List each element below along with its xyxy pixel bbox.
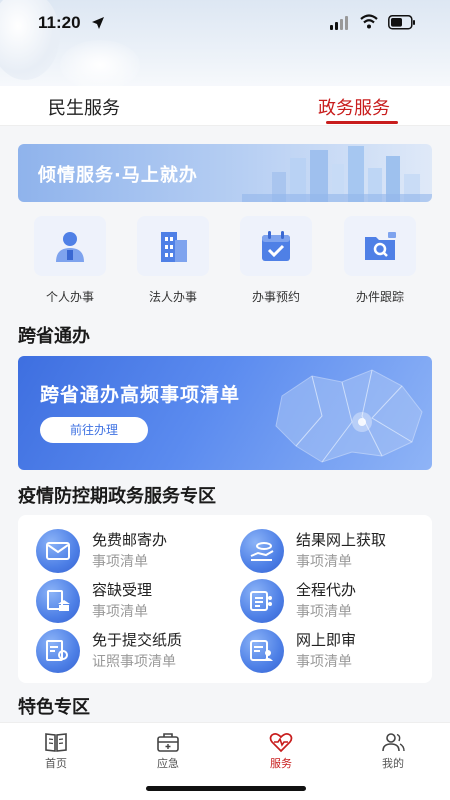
quick-appointment[interactable]: 办事预约: [236, 216, 316, 305]
service-title: 免费邮寄办: [92, 531, 168, 549]
province-map-illustration: [275, 369, 423, 463]
cross-province-banner[interactable]: 跨省通办高频事项清单 前往办理: [18, 356, 432, 470]
service-subtitle: 事项清单: [296, 554, 352, 570]
epidemic-services-card: 免费邮寄办 事项清单 结果网上获取 事项清单 容缺受理 事项清单 全程代办 事项…: [18, 515, 432, 683]
go-handle-button[interactable]: 前往办理: [40, 417, 148, 443]
city-skyline-illustration: [242, 146, 432, 202]
service-title: 网上即审: [296, 631, 357, 649]
cellular-signal-icon: [330, 16, 348, 30]
banner-slogan: 倾情服务·马上就办: [38, 165, 198, 186]
folder-search-icon: [365, 232, 396, 260]
quick-label: 法人办事: [148, 290, 197, 304]
quick-appointment-icon-box: [240, 216, 312, 276]
service-title: 免于提交纸质: [92, 631, 183, 649]
service-paperless[interactable]: 免于提交纸质 证照事项清单: [36, 627, 236, 675]
service-subtitle: 事项清单: [92, 604, 148, 620]
tab-government[interactable]: 政务服务: [318, 94, 390, 120]
document-bank-icon: [36, 579, 80, 623]
status-bar: 11:20: [0, 0, 450, 46]
section-title-special: 特色专区: [18, 697, 90, 718]
nav-home[interactable]: 首页: [26, 731, 86, 771]
nav-label: 服务: [270, 757, 292, 770]
nav-mine[interactable]: 我的: [363, 731, 423, 771]
service-title: 全程代办: [296, 581, 357, 599]
list-card-icon: [240, 579, 284, 623]
users-icon: [382, 733, 405, 752]
review-user-icon: [240, 629, 284, 673]
nav-service[interactable]: 服务: [251, 731, 311, 771]
quick-label: 办事预约: [251, 290, 300, 304]
home-indicator: [146, 786, 306, 791]
service-free-mail[interactable]: 免费邮寄办 事项清单: [36, 527, 236, 575]
service-title: 结果网上获取: [296, 531, 387, 549]
quick-personal[interactable]: 个人办事: [30, 216, 110, 305]
heart-pulse-icon: [269, 733, 293, 753]
quick-tracking[interactable]: 办件跟踪: [340, 216, 420, 305]
hand-coin-icon: [240, 529, 284, 573]
mail-icon: [36, 529, 80, 573]
quick-tracking-icon-box: [344, 216, 416, 276]
building-icon: [161, 232, 187, 262]
service-slogan-banner[interactable]: 倾情服务·马上就办: [18, 144, 432, 202]
nav-label: 我的: [382, 757, 404, 770]
section-title-epidemic: 疫情防控期政务服务专区: [18, 486, 216, 507]
service-title: 容缺受理: [92, 581, 153, 599]
service-full-agency[interactable]: 全程代办 事项清单: [240, 577, 440, 625]
quick-legal-entity[interactable]: 法人办事: [133, 216, 213, 305]
quick-legal-icon-box: [137, 216, 209, 276]
quick-personal-icon-box: [34, 216, 106, 276]
nav-label: 应急: [157, 757, 179, 770]
service-tabs: 民生服务 政务服务: [0, 86, 450, 126]
section-title-cross-province: 跨省通办: [18, 326, 90, 347]
paper-search-icon: [36, 629, 80, 673]
calendar-check-icon: [262, 231, 290, 261]
nav-label: 首页: [45, 757, 67, 770]
service-subtitle: 事项清单: [92, 554, 148, 570]
battery-icon: [388, 15, 415, 30]
service-online-result[interactable]: 结果网上获取 事项清单: [240, 527, 440, 575]
kit-icon: [157, 733, 179, 752]
nav-emergency[interactable]: 应急: [138, 731, 198, 771]
quick-entry-grid: 个人办事 法人办事 办事预约 办件跟踪: [0, 216, 450, 306]
service-tolerant-acceptance[interactable]: 容缺受理 事项清单: [36, 577, 236, 625]
status-time: 11:20: [38, 13, 81, 32]
quick-label: 办件跟踪: [355, 290, 404, 304]
location-arrow-icon: [92, 17, 104, 29]
wifi-icon: [360, 14, 378, 29]
service-subtitle: 事项清单: [296, 654, 352, 670]
flower-decoration-2: [60, 40, 140, 88]
active-tab-indicator: [326, 121, 398, 124]
service-subtitle: 证照事项清单: [92, 654, 176, 670]
book-icon: [45, 733, 67, 752]
person-icon: [56, 232, 84, 262]
quick-label: 个人办事: [45, 290, 94, 304]
tab-livelihood[interactable]: 民生服务: [48, 94, 120, 120]
service-subtitle: 事项清单: [296, 604, 352, 620]
service-online-review[interactable]: 网上即审 事项清单: [240, 627, 440, 675]
cross-province-title: 跨省通办高频事项清单: [40, 384, 241, 406]
